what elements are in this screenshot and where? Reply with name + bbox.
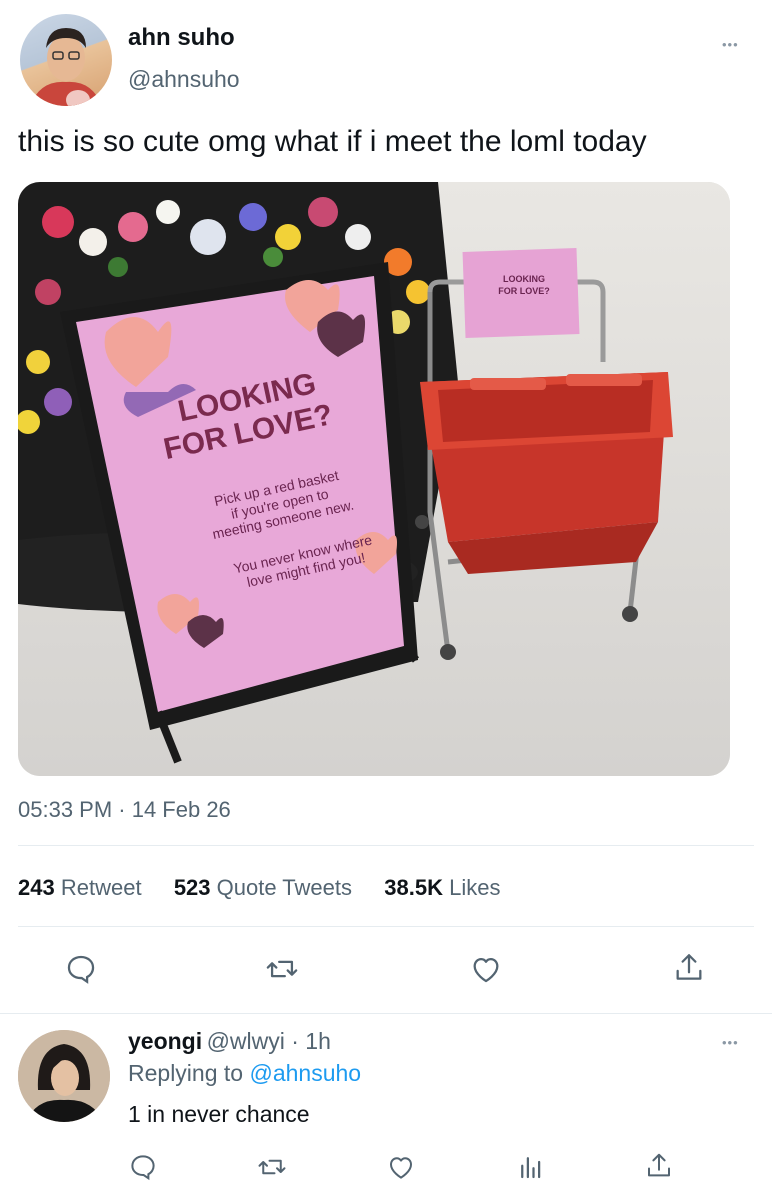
- likes-count: 38.5K: [384, 875, 443, 900]
- retweets-stat[interactable]: 243 Retweet: [18, 875, 142, 900]
- quotes-count: 523: [173, 875, 211, 900]
- share-icon: [676, 954, 702, 980]
- divider: [18, 845, 754, 846]
- divider: [0, 1013, 772, 1014]
- likes-stat[interactable]: 38.5K Likes: [384, 875, 500, 900]
- heart-icon: [390, 1157, 412, 1179]
- comment-icon: [67, 955, 95, 984]
- tweet-image[interactable]: LOOKING FOR LOVE? LOOKING FOR LOVE? Pick…: [18, 182, 730, 776]
- reply-retweet-button[interactable]: [256, 1152, 288, 1182]
- avatar-portrait: [18, 1030, 110, 1122]
- replying-to-handle[interactable]: @ahnsuho: [249, 1060, 361, 1086]
- author-avatar[interactable]: [20, 14, 112, 106]
- retweets-label: Retweet: [60, 875, 142, 900]
- author-handle[interactable]: @ahnsuho: [128, 66, 240, 93]
- heart-icon: [473, 957, 499, 983]
- reply-meta[interactable]: @wlwyi · 1h: [207, 1028, 331, 1054]
- reply-share-button[interactable]: [644, 1150, 674, 1182]
- reply-button[interactable]: [64, 952, 98, 986]
- tweet-text: this is so cute omg what if i meet the l…: [18, 125, 647, 158]
- reply-author-avatar[interactable]: [18, 1030, 110, 1122]
- reply-author-name[interactable]: yeongi: [128, 1028, 202, 1054]
- like-button[interactable]: [468, 952, 504, 986]
- likes-label: Likes: [449, 875, 501, 900]
- retweets-count: 243: [18, 875, 55, 900]
- reply-analytics-button[interactable]: [516, 1152, 546, 1182]
- replying-to: Replying to @ahnsuho: [128, 1060, 361, 1087]
- reply-like-button[interactable]: [385, 1152, 417, 1182]
- reply-more-options-icon[interactable]: •••: [722, 1036, 739, 1049]
- quotes-label: Quote Tweets: [216, 875, 352, 900]
- quotes-stat[interactable]: 523 Quote Tweets: [174, 875, 352, 900]
- retweet-icon: [266, 960, 298, 978]
- avatar-portrait: [30, 28, 102, 106]
- small-sign-line-2: FOR LOVE?: [498, 286, 550, 296]
- reply-header: yeongi @wlwyi · 1h: [128, 1028, 331, 1055]
- photo-illustration: LOOKING FOR LOVE? LOOKING FOR LOVE? Pick…: [18, 182, 730, 776]
- tweet-timestamp[interactable]: 05:33 PM · 14 Feb 26: [18, 797, 231, 823]
- analytics-icon: [521, 1157, 541, 1179]
- author-name[interactable]: ahn suho: [128, 24, 235, 52]
- reply-text: 1 in never chance: [128, 1101, 310, 1127]
- retweet-icon: [258, 1159, 286, 1175]
- tweet-stats: 243 Retweet 523 Quote Tweets 38.5K Likes: [18, 875, 500, 901]
- reply-reply-button[interactable]: [128, 1152, 158, 1182]
- small-sign-line-1: LOOKING: [503, 274, 545, 284]
- share-button[interactable]: [672, 950, 706, 986]
- more-options-icon[interactable]: •••: [722, 38, 739, 51]
- share-icon: [648, 1153, 670, 1177]
- replying-to-prefix: Replying to: [128, 1060, 250, 1086]
- retweet-button[interactable]: [264, 952, 300, 986]
- comment-icon: [131, 1155, 155, 1181]
- divider: [18, 926, 754, 927]
